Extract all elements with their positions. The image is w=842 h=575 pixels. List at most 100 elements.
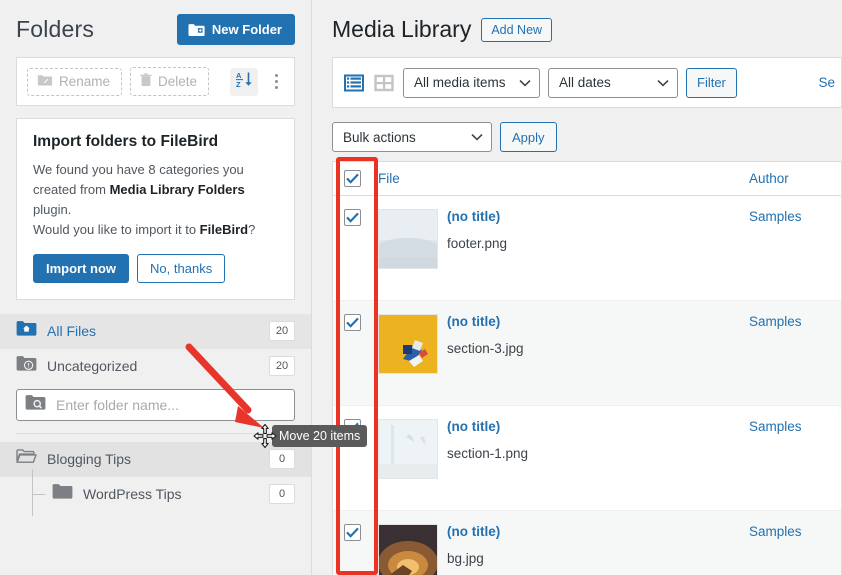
media-table: File Author (no title) footer.png Sample…: [332, 161, 842, 575]
folders-toolbar: Rename Delete A Z: [17, 58, 294, 105]
media-title[interactable]: (no title): [447, 314, 749, 329]
app-root: Folders New Folder Rename Delete A Z Imp…: [0, 0, 842, 575]
rename-button[interactable]: Rename: [27, 67, 123, 96]
media-type-select[interactable]: All media items: [403, 67, 540, 98]
import-now-button[interactable]: Import now: [33, 253, 130, 283]
kebab-dot: [274, 74, 278, 77]
media-thumbnail[interactable]: [378, 314, 438, 374]
row-select-cell: [344, 209, 378, 300]
folder-item-blogging-tips[interactable]: Blogging Tips 0: [0, 441, 311, 477]
svg-text:A: A: [236, 71, 242, 80]
folder-count: 20: [269, 356, 295, 377]
import-text-line2c: plugin.: [33, 202, 72, 218]
folder-label: Blogging Tips: [47, 451, 132, 468]
folder-item-wordpress-tips[interactable]: WordPress Tips 0: [0, 468, 311, 516]
check-icon: [346, 212, 359, 223]
date-filter-select[interactable]: All dates: [548, 67, 678, 98]
media-filename: section-3.jpg: [447, 341, 524, 356]
kebab-dot: [274, 86, 278, 89]
media-thumbnail[interactable]: [378, 209, 438, 269]
import-notice-actions: Import now No, thanks: [33, 253, 278, 283]
media-author[interactable]: Samples: [749, 419, 841, 510]
rename-label: Rename: [59, 74, 111, 89]
bulk-actions-value: Bulk actions: [343, 129, 416, 145]
rename-folder-icon: [37, 74, 53, 90]
no-thanks-button[interactable]: No, thanks: [137, 253, 226, 283]
bulk-actions-row: Bulk actions Apply: [332, 122, 842, 152]
import-text-line3c: ?: [248, 222, 256, 238]
folder-item-all-files[interactable]: All Files 20: [0, 313, 311, 349]
media-author[interactable]: Samples: [749, 314, 841, 405]
folder-open-icon: [16, 448, 37, 470]
folder-search-row[interactable]: [16, 388, 295, 421]
media-file-cell: (no title) section-1.png: [438, 419, 749, 510]
import-text-line2a: created from: [33, 182, 110, 198]
media-title[interactable]: (no title): [447, 209, 749, 224]
import-notice-title: Import folders to FileBird: [33, 133, 219, 150]
date-filter-value: All dates: [559, 75, 611, 90]
row-checkbox[interactable]: [344, 314, 361, 331]
folder-search-input[interactable]: [54, 395, 286, 414]
media-title[interactable]: (no title): [447, 419, 749, 434]
folder-tree: All Files 20 Uncategorized 20 Enter fold…: [0, 313, 311, 516]
media-type-value: All media items: [414, 75, 506, 90]
tree-branch-tail: [32, 493, 33, 516]
folder-count: 0: [269, 449, 295, 470]
chevron-down-icon: [471, 134, 483, 141]
apply-button[interactable]: Apply: [500, 122, 557, 152]
page-title: Folders: [16, 16, 95, 42]
check-icon: [346, 317, 359, 328]
table-row[interactable]: (no title) bg.jpg Samples: [333, 511, 841, 575]
delete-button[interactable]: Delete: [130, 67, 210, 96]
folder-search-icon: [25, 394, 46, 416]
kebab-dot: [274, 80, 278, 83]
filter-button[interactable]: Filter: [686, 67, 737, 98]
media-file-cell: (no title) footer.png: [438, 209, 749, 300]
table-row[interactable]: (no title) section-1.png Samples: [333, 406, 841, 511]
import-text-plugin-name: Media Library Folders: [109, 182, 245, 198]
media-author[interactable]: Samples: [749, 524, 841, 575]
import-notice: Import folders to FileBird We found you …: [16, 118, 295, 300]
table-row[interactable]: (no title) section-3.jpg Samples: [333, 301, 841, 406]
folders-toolbar-card: Rename Delete A Z: [16, 57, 295, 106]
table-row[interactable]: (no title) footer.png Samples: [333, 196, 841, 301]
bulk-actions-select[interactable]: Bulk actions: [332, 122, 492, 152]
media-file-cell: (no title) section-3.jpg: [438, 314, 749, 405]
list-view-icon[interactable]: [343, 72, 365, 94]
media-library-title: Media Library: [332, 16, 472, 42]
media-title[interactable]: (no title): [447, 524, 749, 539]
delete-label: Delete: [158, 74, 198, 89]
sort-az-button[interactable]: A Z: [230, 67, 258, 96]
row-checkbox[interactable]: [344, 209, 361, 226]
add-new-button[interactable]: Add New: [481, 17, 553, 42]
folder-count: 0: [269, 484, 295, 505]
media-library-header: Media Library Add New: [313, 0, 842, 43]
chevron-down-icon: [519, 79, 531, 87]
grid-view-icon[interactable]: [373, 72, 395, 94]
select-all-checkbox[interactable]: [344, 170, 361, 187]
media-library-panel: Media Library Add New All media items Al…: [313, 0, 842, 575]
media-author[interactable]: Samples: [749, 209, 841, 300]
folder-item-uncategorized[interactable]: Uncategorized 20: [0, 349, 311, 384]
row-checkbox[interactable]: [344, 524, 361, 541]
media-library-toolbar: All media items All dates Filter Se: [332, 57, 842, 108]
column-header-author[interactable]: Author: [749, 171, 841, 186]
media-thumbnail[interactable]: [378, 419, 438, 479]
trash-icon: [140, 73, 152, 90]
media-filename: bg.jpg: [447, 551, 484, 566]
folder-label: All Files: [47, 323, 97, 340]
folder-count: 20: [269, 321, 295, 342]
folder-info-icon: [16, 355, 37, 377]
media-thumbnail[interactable]: [378, 524, 438, 575]
import-text-line1: We found you have 8 categories you: [33, 162, 244, 177]
check-icon: [346, 173, 359, 184]
row-select-cell: [344, 314, 378, 405]
column-header-file[interactable]: File: [378, 171, 749, 186]
select-all-cell: [344, 170, 378, 187]
import-text-line3a: Would you like to import it to: [33, 222, 200, 238]
media-search-label[interactable]: Se: [818, 75, 835, 90]
import-text-filebird: FileBird: [199, 222, 249, 238]
folders-more-menu-button[interactable]: [268, 74, 284, 89]
new-folder-button[interactable]: New Folder: [176, 14, 295, 45]
folder-home-icon: [16, 320, 37, 342]
